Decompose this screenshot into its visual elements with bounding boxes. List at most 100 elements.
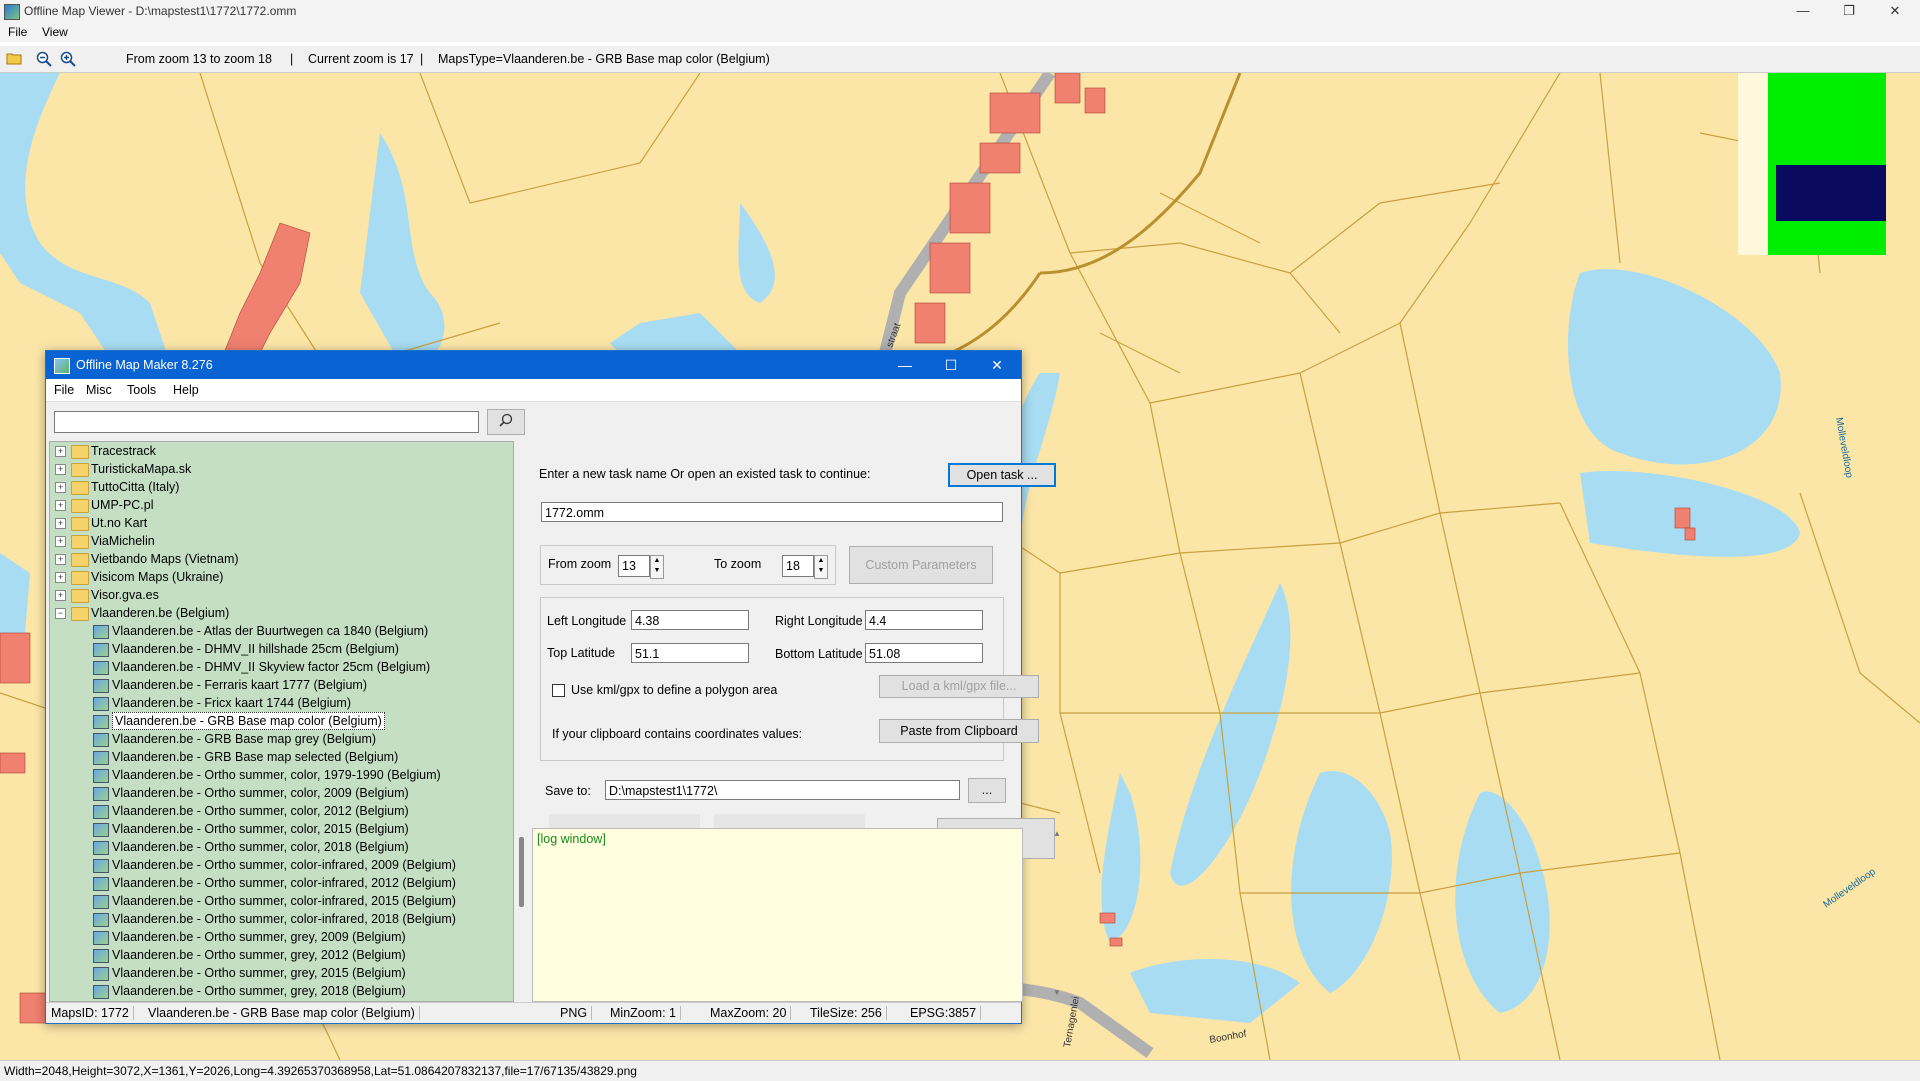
- log-scrollbar[interactable]: ▲ ▼: [1050, 827, 1066, 999]
- tree-map-item[interactable]: Vlaanderen.be - Atlas der Buurtwegen ca …: [50, 622, 510, 640]
- log-window[interactable]: [log window]: [532, 828, 1023, 1002]
- tree-map-item[interactable]: Vlaanderen.be - Ortho summer, color, 201…: [50, 838, 510, 856]
- tree-map-item[interactable]: Vlaanderen.be - DHMV_II Skyview factor 2…: [50, 658, 510, 676]
- expand-icon[interactable]: +: [55, 464, 66, 475]
- map-layer-icon: [93, 967, 109, 981]
- search-button[interactable]: [487, 409, 525, 435]
- tree-map-item[interactable]: Vlaanderen.be - Ortho summer, grey, 2012…: [50, 946, 510, 964]
- tree-folder-item[interactable]: + Vietbando Maps (Vietnam): [50, 550, 510, 568]
- expand-icon[interactable]: +: [55, 482, 66, 493]
- tree-folder-item[interactable]: + Visicom Maps (Ukraine): [50, 568, 510, 586]
- tree-folder-item[interactable]: + ViaMichelin: [50, 532, 510, 550]
- custom-parameters-button[interactable]: Custom Parameters: [849, 546, 993, 584]
- map-layer-icon: [93, 643, 109, 657]
- top-latitude-input[interactable]: 51.1: [631, 643, 749, 663]
- paste-clipboard-button[interactable]: Paste from Clipboard: [879, 719, 1039, 743]
- map-layer-icon: [93, 625, 109, 639]
- tree-map-item[interactable]: Vlaanderen.be - Ortho summer, color, 201…: [50, 820, 510, 838]
- tree-map-item[interactable]: Vlaanderen.be - Fricx kaart 1744 (Belgiu…: [50, 694, 510, 712]
- expand-icon[interactable]: +: [55, 518, 66, 529]
- tree-map-item[interactable]: Vlaanderen.be - DHMV_II hillshade 25cm (…: [50, 640, 510, 658]
- dialog-menu-file[interactable]: File: [54, 383, 74, 397]
- dialog-title-bar: Offline Map Maker 8.276 — ☐ ✕: [46, 351, 1021, 379]
- expand-icon[interactable]: +: [55, 536, 66, 547]
- kml-checkbox[interactable]: [552, 684, 565, 697]
- tree-folder-item[interactable]: + Visor.gva.es: [50, 586, 510, 604]
- tree-map-item[interactable]: Vlaanderen.be - Ortho summer, color, 197…: [50, 766, 510, 784]
- expand-icon[interactable]: +: [55, 500, 66, 511]
- map-label: Molleveldloop: [1833, 417, 1855, 480]
- dialog-status-bar: MapsID: 1772 Vlaanderen.be - GRB Base ma…: [46, 1002, 1021, 1023]
- save-path-input[interactable]: D:\mapstest1\1772\: [605, 780, 960, 800]
- dialog-minimize-button[interactable]: —: [882, 351, 928, 379]
- right-longitude-input[interactable]: 4.4: [865, 610, 983, 630]
- menu-file[interactable]: File: [8, 25, 27, 39]
- dialog-maximize-button[interactable]: ☐: [928, 351, 974, 379]
- open-folder-icon[interactable]: [6, 51, 22, 67]
- expand-icon[interactable]: +: [55, 446, 66, 457]
- left-longitude-input[interactable]: 4.38: [631, 610, 749, 630]
- from-zoom-input[interactable]: 13: [618, 555, 650, 577]
- tree-map-item[interactable]: Vlaanderen.be - Ortho summer, color-infr…: [50, 892, 510, 910]
- zoom-range-text: From zoom 13 to zoom 18: [126, 52, 272, 66]
- task-name-input[interactable]: 1772.omm: [541, 502, 1003, 522]
- expand-icon[interactable]: +: [55, 590, 66, 601]
- collapse-icon[interactable]: −: [55, 608, 66, 619]
- bottom-latitude-input[interactable]: 51.08: [865, 643, 983, 663]
- from-zoom-spinner[interactable]: ▲ ▼: [650, 555, 664, 579]
- menu-view[interactable]: View: [42, 25, 68, 39]
- folder-icon: [71, 463, 89, 477]
- map-layer-icon: [93, 679, 109, 693]
- tree-map-item[interactable]: Vlaanderen.be - Ortho summer, color-infr…: [50, 874, 510, 892]
- zoom-in-icon[interactable]: [60, 51, 76, 67]
- to-zoom-input[interactable]: 18: [782, 555, 814, 577]
- clipboard-label: If your clipboard contains coordinates v…: [552, 727, 803, 741]
- minimize-button[interactable]: —: [1780, 0, 1826, 22]
- tree-map-item[interactable]: Vlaanderen.be - Ortho summer, grey, 2018…: [50, 982, 510, 1000]
- tree-map-item[interactable]: Vlaanderen.be - Ortho summer, grey, 2015…: [50, 964, 510, 982]
- zoom-out-icon[interactable]: [36, 51, 52, 67]
- menu-bar: File View: [0, 22, 1920, 42]
- open-folder-icon: [71, 607, 89, 621]
- maximize-button[interactable]: ❐: [1826, 0, 1872, 22]
- tree-map-item[interactable]: Vlaanderen.be - Ortho summer, color, 201…: [50, 802, 510, 820]
- to-zoom-spinner[interactable]: ▲ ▼: [814, 555, 828, 579]
- tree-map-item[interactable]: Vlaanderen.be - Ferraris kaart 1777 (Bel…: [50, 676, 510, 694]
- close-button[interactable]: ✕: [1872, 0, 1918, 22]
- load-kml-button[interactable]: Load a kml/gpx file...: [879, 675, 1039, 698]
- tree-map-item[interactable]: Vlaanderen.be - GRB Base map selected (B…: [50, 748, 510, 766]
- tree-folder-item[interactable]: + TuttoCitta (Italy): [50, 478, 510, 496]
- map-layer-icon: [93, 787, 109, 801]
- tree-folder-item[interactable]: − Vlaanderen.be (Belgium): [50, 604, 510, 622]
- tree-map-item[interactable]: Vlaanderen.be - Ortho summer, color-infr…: [50, 910, 510, 928]
- dialog-menu-misc[interactable]: Misc: [86, 383, 112, 397]
- tree-scrollbar-thumb[interactable]: [519, 837, 524, 907]
- tree-map-item[interactable]: Vlaanderen.be - Ortho summer, grey, 2009…: [50, 928, 510, 946]
- expand-icon[interactable]: +: [55, 572, 66, 583]
- tree-folder-item[interactable]: + TuristickaMapa.sk: [50, 460, 510, 478]
- tree-scrollbar[interactable]: [514, 441, 530, 1000]
- dialog-menu-help[interactable]: Help: [173, 383, 199, 397]
- tree-folder-item[interactable]: + UMP-PC.pl: [50, 496, 510, 514]
- dialog-close-button[interactable]: ✕: [974, 351, 1020, 379]
- tree-map-item[interactable]: Vlaanderen.be - GRB Base map grey (Belgi…: [50, 730, 510, 748]
- overview-minimap[interactable]: [1738, 73, 1886, 255]
- map-layer-icon: [93, 661, 109, 675]
- tree-map-item[interactable]: Vlaanderen.be - Ortho summer, color-infr…: [50, 856, 510, 874]
- tree-item-label: Vlaanderen.be - Ortho summer, color-infr…: [112, 912, 456, 926]
- tree-folder-item[interactable]: + Ut.no Kart: [50, 514, 510, 532]
- tree-map-item[interactable]: Vlaanderen.be - GRB Base map color (Belg…: [50, 712, 510, 730]
- tree-map-item[interactable]: Vlaanderen.be - Ortho summer, color, 200…: [50, 784, 510, 802]
- folder-icon: [71, 517, 89, 531]
- folder-icon: [71, 571, 89, 585]
- tree-item-label: Vlaanderen.be - Ortho summer, grey, 2009…: [112, 930, 406, 944]
- map-search-input[interactable]: [54, 411, 479, 433]
- window-title: Offline Map Viewer - D:\mapstest1\1772\1…: [24, 4, 297, 18]
- tree-folder-item[interactable]: + Tracestrack: [50, 442, 510, 460]
- maps-tree[interactable]: + Tracestrack + TuristickaMapa.sk + TuttoCitt…: [49, 441, 514, 1002]
- browse-button[interactable]: ...: [968, 778, 1006, 803]
- dialog-menu-tools[interactable]: Tools: [127, 383, 156, 397]
- expand-icon[interactable]: +: [55, 554, 66, 565]
- dialog-menu-bar: File Misc Tools Help: [46, 379, 1021, 402]
- open-task-button[interactable]: Open task ...: [948, 463, 1056, 487]
